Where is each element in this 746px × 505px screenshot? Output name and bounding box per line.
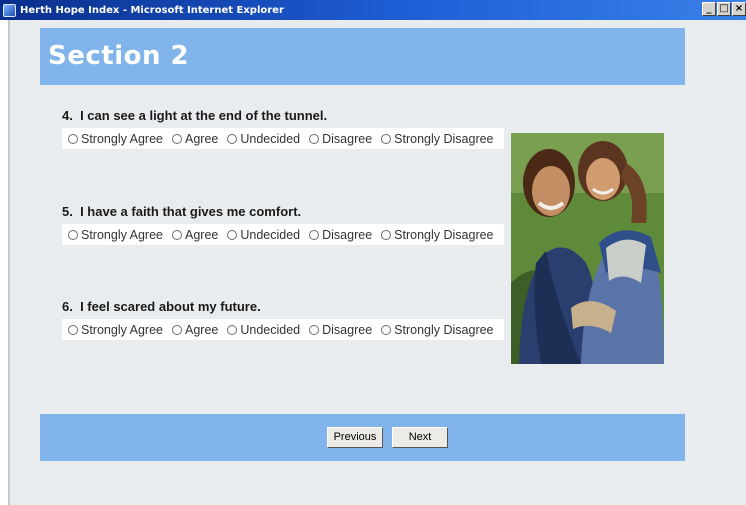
question-6: 6. I feel scared about my future. Strong… (62, 299, 504, 340)
option-strongly-agree[interactable]: Strongly Agree (68, 228, 163, 242)
radio-button[interactable] (172, 324, 182, 335)
option-label: Undecided (240, 131, 301, 146)
option-undecided[interactable]: Undecided (227, 132, 300, 146)
question-statement: I feel scared about my future. (80, 299, 261, 314)
browser-content: Section 2 4. I can see a light at the en… (0, 20, 746, 505)
answer-options: Strongly Agree Agree Undecided Disagree … (62, 128, 504, 149)
previous-button[interactable]: Previous (327, 427, 383, 448)
option-undecided[interactable]: Undecided (227, 228, 300, 242)
question-number: 6. (62, 299, 73, 314)
option-agree[interactable]: Agree (172, 132, 218, 146)
option-label: Strongly Disagree (394, 227, 494, 242)
option-label: Disagree (322, 322, 373, 337)
option-label: Strongly Disagree (394, 322, 494, 337)
option-strongly-agree[interactable]: Strongly Agree (68, 132, 163, 146)
radio-button[interactable] (309, 229, 320, 240)
minimize-button[interactable]: _ (702, 2, 716, 16)
option-undecided[interactable]: Undecided (227, 323, 300, 337)
radio-button[interactable] (68, 133, 78, 144)
radio-button[interactable] (172, 229, 182, 240)
option-agree[interactable]: Agree (172, 228, 218, 242)
option-label: Agree (185, 227, 219, 242)
option-strongly-disagree[interactable]: Strongly Disagree (381, 131, 494, 146)
option-label: Disagree (322, 131, 373, 146)
two-girls-photo (511, 133, 664, 364)
radio-button[interactable] (381, 133, 392, 144)
answer-options: Strongly Agree Agree Undecided Disagree … (62, 319, 504, 340)
section-title: Section 2 (48, 41, 190, 71)
close-button[interactable]: × (732, 2, 746, 16)
window-controls: _ □ × (701, 2, 746, 16)
survey-page: Section 2 4. I can see a light at the en… (10, 20, 746, 505)
question-text: 6. I feel scared about my future. (62, 299, 504, 315)
ie-app-icon (3, 3, 16, 17)
radio-button[interactable] (309, 324, 320, 335)
radio-button[interactable] (172, 133, 182, 144)
window-title: Herth Hope Index - Microsoft Internet Ex… (20, 4, 284, 16)
photo-illustration (511, 133, 664, 364)
radio-button[interactable] (68, 324, 78, 335)
question-5: 5. I have a faith that gives me comfort.… (62, 204, 504, 245)
question-number: 5. (62, 204, 73, 219)
question-text: 4. I can see a light at the end of the t… (62, 108, 504, 124)
radio-button[interactable] (227, 133, 238, 144)
option-label: Agree (185, 131, 219, 146)
question-number: 4. (62, 108, 73, 123)
question-statement: I can see a light at the end of the tunn… (80, 108, 328, 123)
maximize-button[interactable]: □ (717, 2, 731, 16)
option-disagree[interactable]: Disagree (309, 323, 372, 337)
navigation-bar: Previous Next (40, 414, 685, 461)
option-label: Undecided (240, 322, 301, 337)
question-statement: I have a faith that gives me comfort. (80, 204, 302, 219)
option-label: Strongly Disagree (394, 131, 494, 146)
radio-button[interactable] (309, 133, 320, 144)
question-4: 4. I can see a light at the end of the t… (62, 108, 504, 149)
option-disagree[interactable]: Disagree (309, 132, 372, 146)
next-button[interactable]: Next (392, 427, 448, 448)
option-strongly-disagree[interactable]: Strongly Disagree (381, 227, 494, 242)
option-label: Agree (185, 322, 219, 337)
question-text: 5. I have a faith that gives me comfort. (62, 204, 504, 220)
option-disagree[interactable]: Disagree (309, 228, 372, 242)
section-header: Section 2 (40, 28, 685, 85)
answer-options: Strongly Agree Agree Undecided Disagree … (62, 224, 504, 245)
option-label: Strongly Agree (81, 322, 163, 337)
radio-button[interactable] (227, 324, 238, 335)
option-label: Strongly Agree (81, 227, 163, 242)
title-bar: Herth Hope Index - Microsoft Internet Ex… (0, 0, 746, 20)
radio-button[interactable] (68, 229, 78, 240)
option-label: Strongly Agree (81, 131, 163, 146)
option-label: Undecided (240, 227, 301, 242)
option-strongly-disagree[interactable]: Strongly Disagree (381, 322, 494, 337)
radio-button[interactable] (381, 229, 392, 240)
option-agree[interactable]: Agree (172, 323, 218, 337)
option-label: Disagree (322, 227, 373, 242)
radio-button[interactable] (227, 229, 238, 240)
radio-button[interactable] (381, 324, 392, 335)
option-strongly-agree[interactable]: Strongly Agree (68, 323, 163, 337)
